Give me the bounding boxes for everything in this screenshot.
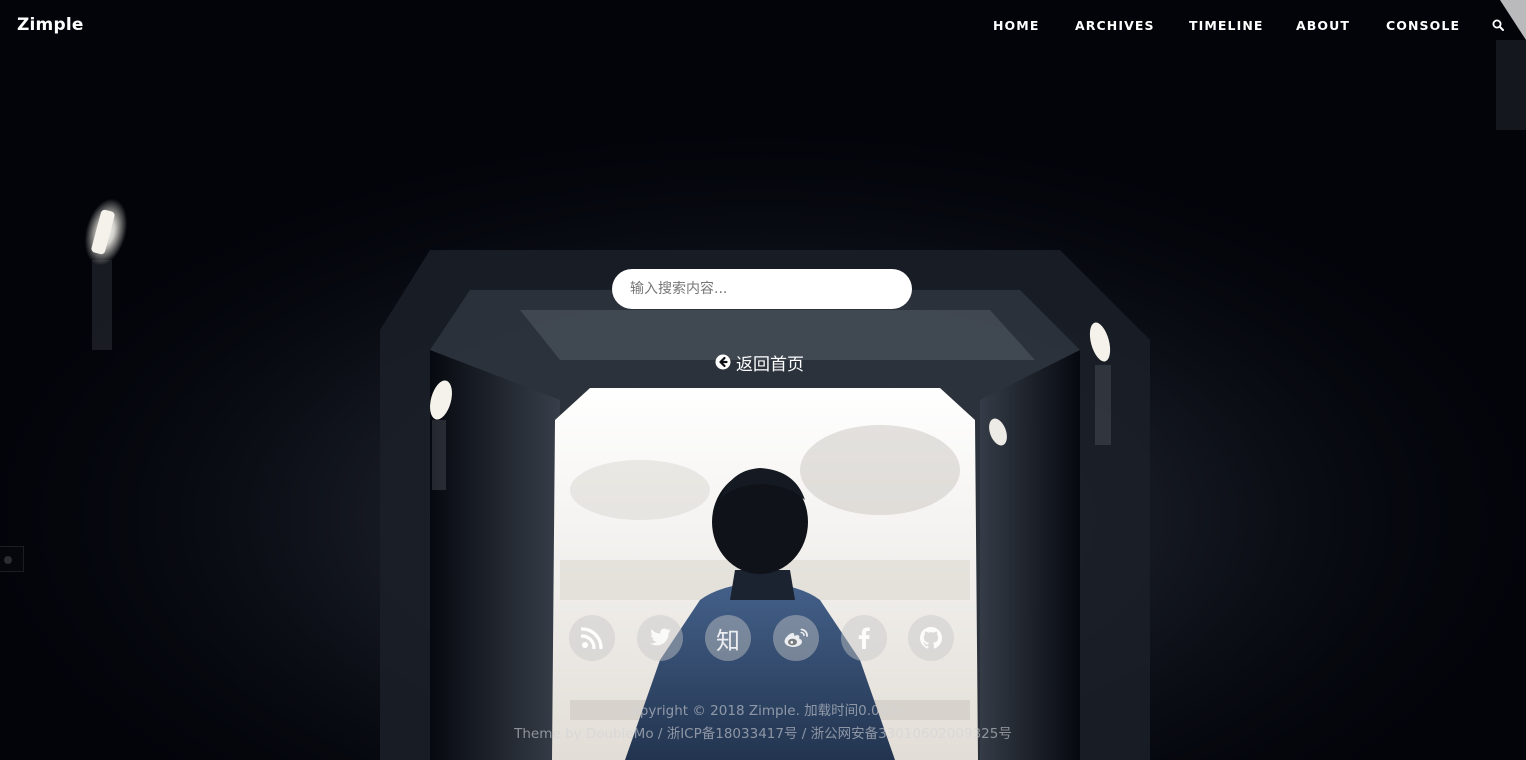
- twitter-link[interactable]: [637, 615, 683, 661]
- nav-item-home[interactable]: HOME: [993, 18, 1039, 33]
- arrow-circle-left-icon: [715, 354, 731, 370]
- side-toggle-dot-icon: [4, 556, 12, 564]
- rss-icon: [581, 627, 603, 649]
- brand-logo-link[interactable]: Zimple: [17, 15, 84, 35]
- facebook-link[interactable]: [841, 615, 887, 661]
- side-toggle-tab[interactable]: [0, 546, 24, 572]
- back-home-link[interactable]: 返回首页: [715, 351, 804, 375]
- rss-link[interactable]: [569, 615, 615, 661]
- search-input[interactable]: [612, 269, 912, 309]
- page: Zimple HOME ARCHIVES TIMELINE ABOUT CONS…: [0, 0, 1526, 760]
- zhihu-link[interactable]: 知: [705, 615, 751, 661]
- nav-item-archives[interactable]: ARCHIVES: [1075, 18, 1155, 33]
- back-home-label: 返回首页: [736, 354, 804, 375]
- nav-item-console[interactable]: CONSOLE: [1386, 18, 1460, 33]
- background-image: [0, 0, 1526, 760]
- zhihu-icon: 知: [716, 626, 740, 655]
- weibo-link[interactable]: [773, 615, 819, 661]
- search-icon[interactable]: [1492, 18, 1506, 32]
- facebook-icon: [858, 627, 870, 649]
- nav-item-about[interactable]: ABOUT: [1296, 18, 1350, 33]
- github-icon: [920, 627, 942, 649]
- weibo-icon: [784, 628, 808, 647]
- github-link[interactable]: [908, 615, 954, 661]
- twitter-icon: [650, 628, 671, 646]
- footer-theme-line: Theme by DoubleMo / 浙ICP备18033417号 / 浙公网…: [514, 726, 1012, 742]
- footer-copyright: Copyright © 2018 Zimple. 加载时间0.004s: [622, 703, 904, 719]
- nav-item-timeline[interactable]: TIMELINE: [1189, 18, 1264, 33]
